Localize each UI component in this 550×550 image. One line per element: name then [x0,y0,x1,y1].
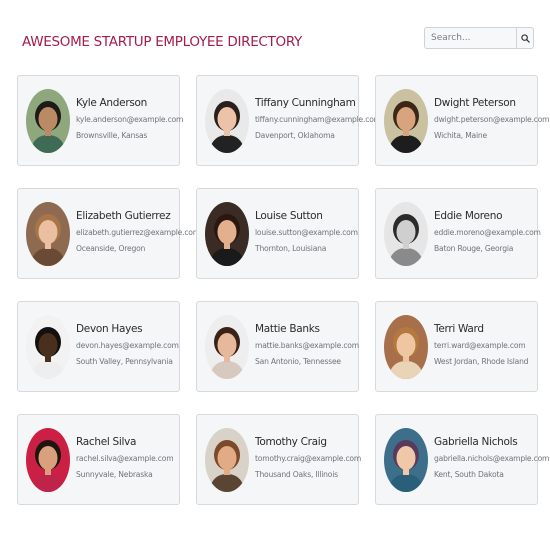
employee-location: Sunnyvale, Nebraska [76,470,153,479]
employee-name: Eddie Moreno [434,210,503,222]
employee-email: elizabeth.gutierrez@example.com [76,228,200,237]
avatar [26,427,70,492]
employee-card[interactable]: Kyle Anderson kyle.anderson@example.com Br… [17,75,183,166]
employee-name: Tiffany Cunningham [255,97,356,109]
employee-email: eddie.moreno@example.com [434,228,541,237]
avatar [26,88,70,153]
avatar [384,314,428,379]
avatar [384,427,428,492]
employee-name: Louise Sutton [255,210,323,222]
employee-info: Gabriella Nichols gabriella.nichols@examp… [434,435,549,480]
avatar [384,201,428,266]
employee-location: San Antonio, Tennessee [255,357,341,366]
employee-info: Dwight Peterson dwight.peterson@example.c… [434,96,550,141]
employee-info: Elizabeth Gutierrez elizabeth.gutierrez@e… [76,209,200,254]
search-form [424,27,534,49]
employee-card[interactable]: Louise Sutton louise.sutton@example.com Th… [196,188,359,279]
employee-email: devon.hayes@example.com [76,341,179,350]
employee-card[interactable]: Tomothy Craig tomothy.craig@example.com Th… [196,414,361,505]
employee-info: Devon Hayes devon.hayes@example.com South … [76,322,179,367]
employee-location: Thornton, Louisiana [255,244,327,253]
employee-info: Eddie Moreno eddie.moreno@example.com Bato… [434,209,541,254]
employee-name: Kyle Anderson [76,97,147,109]
employee-email: tiffany.cunningham@example.com [255,115,381,124]
employee-info: Kyle Anderson kyle.anderson@example.com Br… [76,96,183,141]
employee-name: Mattie Banks [255,323,320,335]
avatar [205,427,249,492]
employee-email: rachel.silva@example.com [76,454,174,463]
employee-name: Terri Ward [434,323,484,335]
employee-info: Tiffany Cunningham tiffany.cunningham@exa… [255,96,381,141]
employee-info: Louise Sutton louise.sutton@example.com Th… [255,209,358,254]
employee-location: West Jordan, Rhode Island [434,357,529,366]
employee-location: Thousand Oaks, Illinois [255,470,338,479]
employee-card[interactable]: Devon Hayes devon.hayes@example.com South … [17,301,180,392]
employee-info: Mattie Banks mattie.banks@example.com San … [255,322,359,367]
avatar [205,88,249,153]
employee-card[interactable]: Gabriella Nichols gabriella.nichols@examp… [375,414,549,505]
employee-email: terri.ward@example.com [434,341,526,350]
employee-email: gabriella.nichols@example.com [434,454,550,463]
employee-email: tomothy.craig@example.com [255,454,362,463]
employee-card[interactable]: Elizabeth Gutierrez elizabeth.gutierrez@e… [17,188,200,279]
employee-location: Oceanside, Oregon [76,244,146,253]
employee-info: Rachel Silva rachel.silva@example.com Sunn… [76,435,174,480]
employee-email: dwight.peterson@example.com [434,115,550,124]
avatar [205,201,249,266]
employee-email: kyle.anderson@example.com [76,115,184,124]
employee-name: Elizabeth Gutierrez [76,210,171,222]
employee-name: Rachel Silva [76,436,137,448]
employee-email: louise.sutton@example.com [255,228,358,237]
employee-card[interactable]: Terri Ward terri.ward@example.com West Jor… [375,301,538,392]
employee-card[interactable]: Tiffany Cunningham tiffany.cunningham@exa… [196,75,381,166]
employee-location: Davenport, Oklahoma [255,131,335,140]
avatar [205,314,249,379]
employee-name: Devon Hayes [76,323,143,335]
employee-location: Brownsville, Kansas [76,131,148,140]
employee-location: Baton Rouge, Georgia [434,244,514,253]
employee-card[interactable]: Eddie Moreno eddie.moreno@example.com Bato… [375,188,541,279]
search-button[interactable] [516,27,534,49]
search-input[interactable] [424,27,516,49]
employee-name: Dwight Peterson [434,97,516,109]
avatar [26,201,70,266]
employee-card[interactable]: Rachel Silva rachel.silva@example.com Sunn… [17,414,180,505]
employee-name: Tomothy Craig [255,436,327,448]
employee-location: South Valley, Pennsylvania [76,357,173,366]
employee-location: Wichita, Maine [434,131,488,140]
employee-location: Kent, South Dakota [434,470,504,479]
avatar [26,314,70,379]
employee-card[interactable]: Mattie Banks mattie.banks@example.com San … [196,301,359,392]
avatar [384,88,428,153]
employee-card[interactable]: Dwight Peterson dwight.peterson@example.c… [375,75,550,166]
search-icon [520,31,530,46]
page-header: AWESOME STARTUP EMPLOYEE DIRECTORY [0,0,550,70]
page-title: AWESOME STARTUP EMPLOYEE DIRECTORY [22,34,302,50]
employee-email: mattie.banks@example.com [255,341,359,350]
employee-info: Terri Ward terri.ward@example.com West Jor… [434,322,529,367]
employee-info: Tomothy Craig tomothy.craig@example.com Th… [255,435,361,480]
employee-name: Gabriella Nichols [434,436,518,448]
